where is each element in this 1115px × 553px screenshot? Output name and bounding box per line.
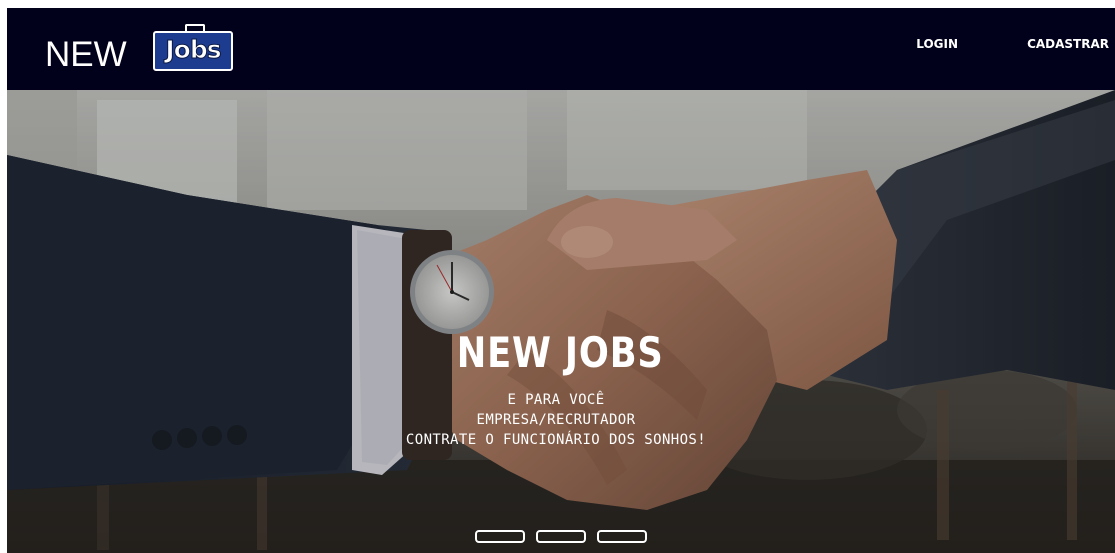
hero-overlay <box>7 90 1115 553</box>
cadastrar-link[interactable]: CADASTRAR <box>1027 37 1109 51</box>
briefcase-icon: Jobs <box>153 24 233 71</box>
carousel-indicators <box>7 530 1115 544</box>
hero-title: NEW JOBS <box>456 328 664 377</box>
navbar: NEW Jobs LOGIN CADASTRAR <box>7 8 1115 90</box>
logo-new-text: NEW <box>45 35 127 74</box>
carousel-indicator-2[interactable] <box>536 530 586 543</box>
briefcase-handle <box>185 24 205 33</box>
login-link[interactable]: LOGIN <box>916 37 958 51</box>
carousel-indicator-1[interactable] <box>475 530 525 543</box>
hero-line-1: E PARA VOCÊ <box>507 392 605 408</box>
page-frame: NEW Jobs LOGIN CADASTRAR NEW JOBS E PARA… <box>7 8 1115 553</box>
newjobs-logo[interactable]: NEW Jobs <box>45 19 245 77</box>
carousel-indicator-3[interactable] <box>597 530 647 543</box>
hero-line-2: EMPRESA/RECRUTADOR <box>476 412 636 428</box>
hero-line-3: CONTRATE O FUNCIONÁRIO DOS SONHOS! <box>405 432 707 448</box>
hero-banner: NEW JOBS E PARA VOCÊ EMPRESA/RECRUTADOR … <box>7 90 1115 553</box>
logo-jobs-text: Jobs <box>165 35 222 65</box>
